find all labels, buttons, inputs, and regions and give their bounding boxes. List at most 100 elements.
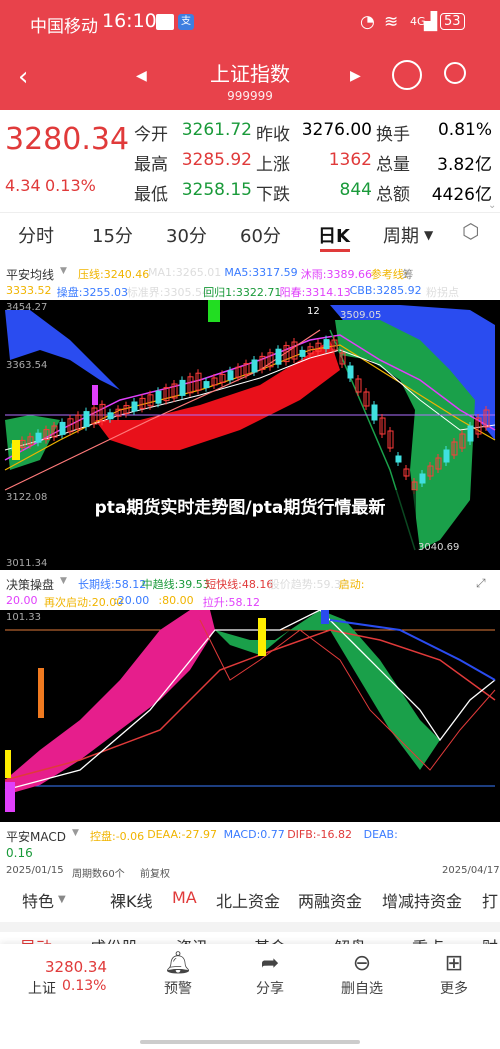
field-label: 昨收 xyxy=(256,125,290,145)
dropdown-caret-icon[interactable]: ▼ xyxy=(72,828,79,838)
robot-assistant-icon[interactable] xyxy=(392,60,422,90)
legend-item: 3333.52 xyxy=(6,284,52,297)
info-tab[interactable]: 重点 xyxy=(412,934,444,944)
field-value: 3258.15 xyxy=(181,180,252,200)
legend-item: 启动: xyxy=(338,578,365,591)
next-stock-icon[interactable]: ▶ xyxy=(350,68,361,84)
legend-item: 筹 xyxy=(402,268,414,281)
field-value: 844 xyxy=(339,180,372,200)
legend-item: 压线:3240.46 xyxy=(78,268,150,281)
dropdown-caret-icon[interactable]: ▼ xyxy=(58,894,66,905)
nav-alert[interactable]: 🔔︎ 预警 xyxy=(138,950,218,998)
kline-chart-area[interactable]: 平安均线 ▼ 压线:3240.46 MA1:3265.01 MA5:3317.59 沐… xyxy=(0,262,500,862)
tab-30min[interactable]: 30分 xyxy=(166,222,207,248)
nav-label: 预警 xyxy=(164,981,192,997)
indicator-selector[interactable]: 平安MACD xyxy=(6,828,66,845)
candle-body xyxy=(323,339,330,350)
sub-indicator-svg xyxy=(4,610,496,812)
macd-value: 0.16 xyxy=(6,846,33,860)
signal-marker xyxy=(5,782,15,812)
candle-body xyxy=(275,348,282,365)
info-tab[interactable]: 基金 xyxy=(254,934,286,944)
info-tab[interactable]: 财 xyxy=(482,934,498,944)
field-value: 4426亿 xyxy=(431,185,492,205)
axis-label: 101.33 xyxy=(6,612,41,623)
legend-item: :80.00 xyxy=(158,594,194,607)
candle-body xyxy=(227,370,234,381)
tab-15min[interactable]: 15分 xyxy=(92,222,133,248)
legend-item: 拉升:58.12 xyxy=(202,596,260,609)
info-tab[interactable]: 成份股 xyxy=(90,934,138,944)
blue-cloud-band xyxy=(5,310,120,390)
nav-label: 删自选 xyxy=(341,981,383,997)
legend-item: 回归1:3322.71 xyxy=(203,286,282,299)
current-price: 3280.34 xyxy=(5,122,130,157)
start-date: 2025/01/15 xyxy=(6,865,64,876)
main-legend: 平安均线 ▼ 压线:3240.46 MA1:3265.01 MA5:3317.59 沐… xyxy=(0,262,500,300)
feature-tab[interactable]: 增减持资金 xyxy=(382,888,462,912)
tab-minute[interactable]: 分时 xyxy=(18,222,54,248)
tab-daily[interactable]: 日K xyxy=(318,222,350,248)
high-annotation: 3509.05 xyxy=(340,310,382,321)
info-tab[interactable]: 解盘 xyxy=(334,934,366,944)
adjust-mode[interactable]: 前复权 xyxy=(140,865,170,880)
nav-label: 更多 xyxy=(440,981,468,997)
candle-body xyxy=(131,401,138,412)
clock: 16:10 xyxy=(102,10,157,32)
field-label: 总额 xyxy=(376,185,410,205)
feature-tab[interactable]: 裸K线 xyxy=(110,888,153,912)
nav-price: 3280.34 xyxy=(44,958,108,976)
feature-tab[interactable]: 两融资金 xyxy=(298,888,362,912)
minus-circle-icon: ⊖ xyxy=(352,951,372,976)
settings-icon[interactable]: ⬡ xyxy=(462,219,479,243)
indicator-selector[interactable]: 决策操盘 xyxy=(6,576,54,593)
legend-item: 短快线:48.16 xyxy=(205,578,274,591)
stock-code: 999999 xyxy=(227,89,273,103)
field-value: 3.82亿 xyxy=(437,155,492,175)
stock-name: 上证指数 xyxy=(210,62,290,86)
expand-chevron-icon[interactable]: ⌄ xyxy=(488,200,496,211)
info-tab[interactable]: 异动 xyxy=(20,934,52,944)
sub-legend: 决策操盘 ▼ 长期线:58.12 中趋线:39.53 短快线:48.16 股价趋势:5… xyxy=(0,570,500,610)
signal-marker xyxy=(258,618,266,656)
legend-item: MA5:3317.59 xyxy=(224,266,298,279)
legend-item: 标准界:3305.54 xyxy=(126,286,209,299)
feature-tab[interactable]: 北上资金 xyxy=(216,888,280,912)
field-label: 下跌 xyxy=(256,185,290,205)
candle-body xyxy=(467,425,474,442)
info-tab[interactable]: 资讯 xyxy=(176,934,208,944)
search-icon[interactable] xyxy=(444,62,466,84)
dropdown-caret-icon[interactable]: ▼ xyxy=(424,228,433,242)
home-indicator[interactable] xyxy=(140,1040,360,1044)
signal-marker xyxy=(208,300,220,322)
expand-icon[interactable]: ⤢ xyxy=(476,576,486,591)
period-count: 周期数60个 xyxy=(72,869,125,880)
dropdown-caret-icon[interactable]: ▼ xyxy=(60,266,67,276)
feature-tab[interactable]: 打 xyxy=(482,888,498,912)
legend-item: DIFB:-16.82 xyxy=(287,828,352,841)
share-icon: ➦ xyxy=(260,951,280,976)
high-prefix-annotation: 12 xyxy=(307,306,320,317)
status-bar: 中国移动 16:10 支 ◔ ≋ 4G ▟ 53 xyxy=(0,0,500,46)
legend-item: 阳春:3314.13 xyxy=(279,286,351,299)
legend-item: 粉拐点 xyxy=(426,286,459,299)
nav-more[interactable]: ⊞ 更多 xyxy=(414,950,494,998)
nav-remove-watchlist[interactable]: ⊖ 删自选 xyxy=(322,950,402,998)
message-icon xyxy=(156,14,174,30)
signal-marker xyxy=(92,385,98,405)
tab-60min[interactable]: 60分 xyxy=(240,222,281,248)
legend-item: 股价趋势:59.37 xyxy=(268,578,348,591)
divider xyxy=(0,922,500,932)
tab-period[interactable]: 周期 xyxy=(383,222,419,248)
candle-body xyxy=(371,404,378,421)
candle-body xyxy=(59,421,66,435)
signal-icon: ▟ xyxy=(424,12,438,32)
quote-panel: 3280.34 4.34 0.13% 今开 3261.72 昨收 3276.00… xyxy=(0,110,500,211)
legend-item: CBB:3285.92 xyxy=(349,284,422,297)
legend-item: 20.00 xyxy=(6,594,38,607)
indicator-selector[interactable]: 平安均线 xyxy=(6,266,54,283)
feature-tab-active[interactable]: MA xyxy=(172,888,197,907)
nav-share[interactable]: ➦ 分享 xyxy=(230,950,310,998)
feature-tab[interactable]: 特色 xyxy=(22,888,54,912)
dropdown-caret-icon[interactable]: ▼ xyxy=(60,576,67,586)
